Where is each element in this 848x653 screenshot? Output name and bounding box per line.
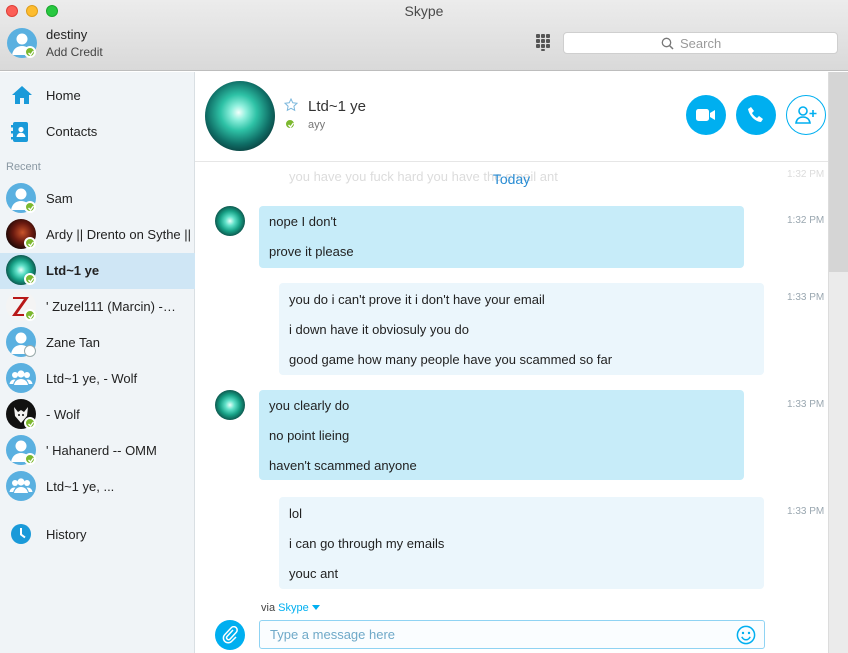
dialpad-icon[interactable] — [536, 34, 550, 51]
nav-history[interactable]: History — [0, 519, 195, 551]
online-status-icon — [24, 237, 36, 249]
paperclip-icon — [222, 626, 238, 644]
message-timestamp: 1:33 PM — [787, 399, 825, 410]
contact-group-ltd[interactable]: Ltd~1 ye, ... — [0, 469, 195, 505]
favorite-star-icon[interactable] — [284, 98, 298, 112]
search-icon — [661, 37, 674, 50]
offline-status-icon — [24, 345, 36, 357]
my-status-online-icon — [24, 46, 36, 58]
phone-icon — [748, 107, 763, 122]
nav-contacts[interactable]: Contacts — [0, 116, 195, 148]
message-text: haven't scammed anyone — [269, 458, 417, 473]
message-bubble-incoming[interactable]: nope I don't prove it please — [259, 206, 744, 268]
window-edge-scrollbar[interactable] — [828, 72, 848, 653]
message-timestamp: 1:32 PM — [787, 215, 825, 226]
message-text: nope I don't — [269, 214, 337, 229]
online-status-icon — [24, 273, 36, 285]
contacts-icon — [11, 122, 28, 142]
emoticon-icon[interactable] — [736, 625, 756, 645]
message-text: lol — [289, 506, 303, 521]
contact-name: ' Zuzel111 (Marcin) -… — [46, 299, 176, 314]
message-input-placeholder: Type a message here — [270, 627, 396, 642]
date-separator: Today — [492, 171, 531, 187]
message-bubble-outgoing[interactable]: you do i can't prove it i don't have you… — [279, 283, 764, 375]
online-status-icon — [24, 309, 36, 321]
via-prefix: via — [261, 602, 276, 614]
video-camera-icon — [696, 109, 715, 121]
nav-home[interactable]: Home — [0, 80, 195, 112]
nav-contacts-label: Contacts — [46, 124, 98, 139]
contact-name: Zane Tan — [46, 335, 100, 350]
message-composer: via Skype Type a message here — [195, 599, 828, 653]
audio-call-button[interactable] — [736, 95, 776, 135]
sender-avatar[interactable] — [215, 390, 245, 420]
message-bubble-incoming[interactable]: you clearly do no point lieing haven't s… — [259, 390, 744, 480]
message-list[interactable]: you have you fuck hard you have the emai… — [195, 163, 828, 599]
message-timestamp: 1:33 PM — [787, 292, 825, 303]
mood-message: ayy — [308, 119, 326, 131]
contact-ltd-1-ye[interactable]: Ltd~1 ye — [0, 253, 195, 289]
message-text: prove it please — [269, 244, 354, 259]
message-text: you clearly do — [269, 398, 350, 413]
contact-name: Ardy || Drento on Sythe || — [46, 227, 191, 242]
title-bar: Skype destiny Add Credit Search — [0, 0, 848, 71]
contact-ardy[interactable]: Ardy || Drento on Sythe || — [0, 217, 195, 253]
my-display-name[interactable]: destiny — [46, 27, 87, 42]
nav-home-label: Home — [46, 88, 81, 103]
message-text: you do i can't prove it i don't have you… — [289, 292, 545, 307]
group-icon — [9, 370, 33, 385]
search-placeholder: Search — [680, 36, 722, 51]
message-bubble-outgoing[interactable]: lol i can go through my emails youc ant — [279, 497, 764, 589]
message-text: no point lieing — [269, 428, 350, 443]
contact-zane-tan[interactable]: Zane Tan — [0, 325, 195, 361]
contact-sam[interactable]: Sam — [0, 181, 195, 217]
add-credit-link[interactable]: Add Credit — [46, 45, 103, 59]
contact-name: Ltd~1 ye, - Wolf — [46, 371, 138, 386]
search-input[interactable]: Search — [563, 32, 838, 54]
skype-window: Skype destiny Add Credit Search Home Con… — [0, 0, 848, 653]
sender-avatar[interactable] — [215, 206, 245, 236]
attach-button[interactable] — [215, 620, 245, 650]
avatar — [6, 471, 36, 501]
add-person-icon — [795, 106, 817, 124]
contact-avatar-large[interactable] — [205, 81, 275, 151]
contact-group-ltd-wolf[interactable]: Ltd~1 ye, - Wolf — [0, 361, 195, 397]
conversation-header: Ltd~1 ye ayy — [195, 72, 828, 162]
message-text: i down have it obviosuly you do — [289, 322, 469, 337]
contact-name: Ltd~1 ye — [46, 263, 100, 278]
message-text: i can go through my emails — [289, 536, 445, 551]
online-status-icon — [284, 118, 296, 130]
conversation-title[interactable]: Ltd~1 ye — [308, 98, 366, 115]
contact-hahanerd[interactable]: ' Hahanerd -- OMM — [0, 433, 195, 469]
sidebar: Home Contacts Recent Sam Ardy || Drento … — [0, 72, 195, 653]
message-timestamp: 1:33 PM — [787, 506, 825, 517]
online-status-icon — [24, 453, 36, 465]
contact-name: Ltd~1 ye, ... — [46, 479, 115, 494]
contact-wolf[interactable]: - Wolf — [0, 397, 195, 433]
chevron-down-icon — [311, 605, 320, 610]
message-text: youc ant — [289, 566, 339, 581]
contact-name: - Wolf — [46, 407, 80, 422]
message-text: good game how many people have you scamm… — [289, 352, 613, 367]
clock-icon — [11, 524, 31, 544]
nav-history-label: History — [46, 527, 87, 542]
contact-zuzel111[interactable]: ' Zuzel111 (Marcin) -… — [0, 289, 195, 325]
avatar — [6, 363, 36, 393]
via-service: Skype — [278, 602, 309, 614]
online-status-icon — [24, 417, 36, 429]
group-icon — [9, 478, 33, 493]
add-people-button[interactable] — [786, 95, 826, 135]
recent-heading: Recent — [6, 161, 41, 173]
home-icon — [12, 86, 32, 104]
video-call-button[interactable] — [686, 95, 726, 135]
message-input[interactable]: Type a message here — [259, 620, 765, 649]
contact-name: Sam — [46, 191, 73, 206]
contact-name: ' Hahanerd -- OMM — [46, 443, 157, 458]
online-status-icon — [24, 201, 36, 213]
send-via-selector[interactable]: via Skype — [261, 602, 320, 614]
window-title: Skype — [404, 3, 444, 19]
